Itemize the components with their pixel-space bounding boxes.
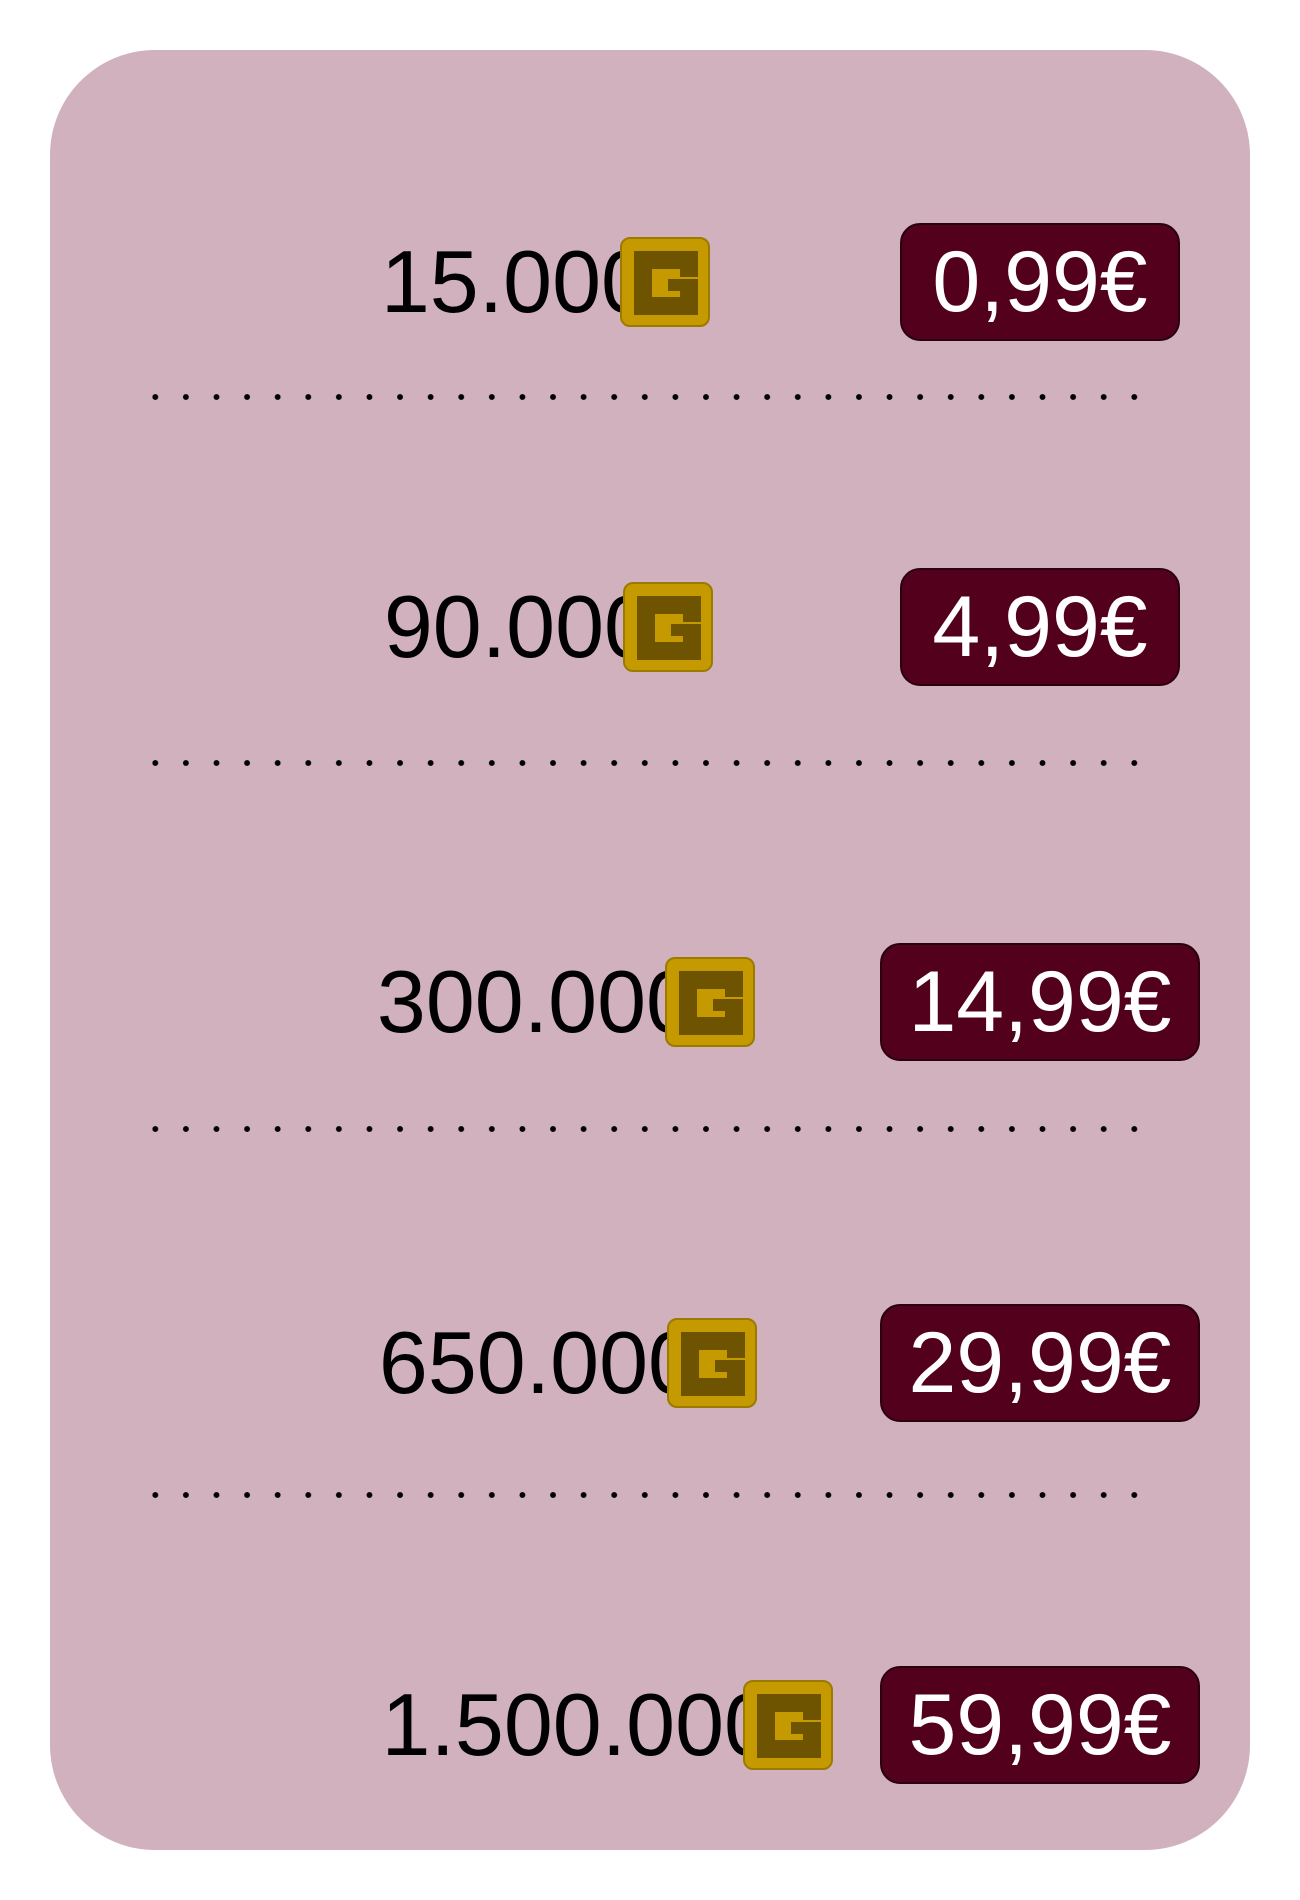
dotted-separator (140, 1126, 1160, 1132)
buy-price-button[interactable]: 29,99€ (880, 1304, 1200, 1422)
dotted-separator (140, 1492, 1160, 1498)
buy-price-button[interactable]: 4,99€ (900, 568, 1180, 686)
gold-g-coin-icon (623, 582, 713, 672)
offer-row: 15.000 0,99€ (50, 217, 1250, 347)
offer-row: 90.000 4,99€ (50, 562, 1250, 692)
coin-amount: 300.000 (376, 952, 695, 1051)
coin-amount: 650.000 (378, 1313, 697, 1412)
gold-g-coin-icon (667, 1318, 757, 1408)
dotted-separator (140, 394, 1160, 400)
coin-amount: 1.500.000 (381, 1675, 774, 1774)
coin-shop-panel: 15.000 0,99€ 90.000 4,99€ 300.000 14,99€… (50, 50, 1250, 1850)
offer-row: 1.500.000 59,99€ (50, 1660, 1250, 1790)
buy-price-button[interactable]: 14,99€ (880, 943, 1200, 1061)
gold-g-coin-icon (743, 1680, 833, 1770)
gold-g-coin-icon (665, 957, 755, 1047)
buy-price-button[interactable]: 0,99€ (900, 223, 1180, 341)
gold-g-coin-icon (620, 237, 710, 327)
offer-row: 650.000 29,99€ (50, 1298, 1250, 1428)
coin-amount: 15.000 (380, 232, 650, 331)
offer-row: 300.000 14,99€ (50, 937, 1250, 1067)
dotted-separator (140, 760, 1160, 766)
buy-price-button[interactable]: 59,99€ (880, 1666, 1200, 1784)
coin-amount: 90.000 (383, 577, 653, 676)
